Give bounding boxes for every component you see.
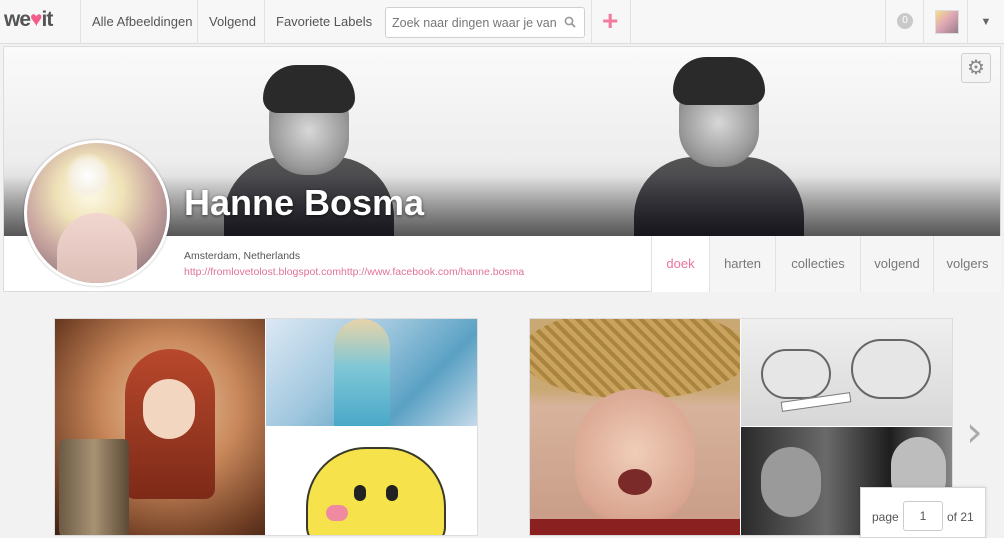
profile-links[interactable]: http://fromlovetolost.blogspot.comhttp:/… bbox=[184, 266, 524, 278]
plus-icon: + bbox=[602, 5, 619, 36]
profile-header: ⚙ Hanne Bosma Amsterdam, Netherlands htt… bbox=[3, 46, 1001, 292]
gear-icon[interactable]: ⚙ bbox=[961, 53, 991, 83]
heart-icon: ♥ bbox=[30, 8, 43, 31]
notifications-button[interactable]: 0 bbox=[885, 0, 923, 44]
collection-image[interactable] bbox=[55, 319, 265, 535]
profile-name: Hanne Bosma bbox=[184, 182, 425, 223]
collection-image[interactable] bbox=[266, 319, 477, 426]
profile-avatar bbox=[24, 140, 170, 286]
search-icon[interactable] bbox=[564, 16, 576, 28]
page-label: page bbox=[872, 510, 899, 524]
pagination: page of 21 bbox=[860, 487, 986, 538]
profile-location: Amsterdam, Netherlands bbox=[184, 250, 301, 262]
add-image-button[interactable]: + bbox=[591, 0, 631, 44]
logo-text-it: it bbox=[41, 8, 53, 31]
tab-followers[interactable]: volgers bbox=[933, 236, 1001, 292]
page-number-input[interactable] bbox=[903, 501, 943, 531]
nav-link-favorite-labels[interactable]: Favoriete Labels bbox=[264, 0, 383, 44]
nav-link-following[interactable]: Volgend bbox=[197, 0, 267, 44]
logo-text-we: we bbox=[4, 8, 31, 31]
avatar bbox=[935, 10, 959, 34]
search-input[interactable] bbox=[386, 8, 558, 37]
collection-card[interactable] bbox=[54, 318, 478, 536]
tab-collections[interactable]: collecties bbox=[775, 236, 860, 292]
nav-link-all-images[interactable]: Alle Afbeeldingen bbox=[80, 0, 203, 44]
collection-image[interactable] bbox=[266, 427, 477, 535]
notification-count-badge: 0 bbox=[897, 13, 913, 29]
top-navigation-bar: we♥it Alle Afbeeldingen Volgend Favoriet… bbox=[0, 0, 1004, 44]
weheartit-logo[interactable]: we♥it bbox=[4, 8, 53, 34]
chevron-right-icon[interactable]: › bbox=[966, 408, 992, 456]
tab-following[interactable]: volgend bbox=[860, 236, 933, 292]
collection-image[interactable] bbox=[741, 319, 952, 426]
tab-canvas[interactable]: doek bbox=[651, 236, 709, 292]
chevron-down-icon[interactable]: ▼ bbox=[967, 0, 1004, 44]
collection-image[interactable] bbox=[530, 319, 740, 535]
tab-hearts[interactable]: harten bbox=[709, 236, 775, 292]
page-total-label: of 21 bbox=[947, 510, 974, 524]
user-avatar-button[interactable] bbox=[923, 0, 967, 44]
search-box bbox=[385, 7, 585, 38]
